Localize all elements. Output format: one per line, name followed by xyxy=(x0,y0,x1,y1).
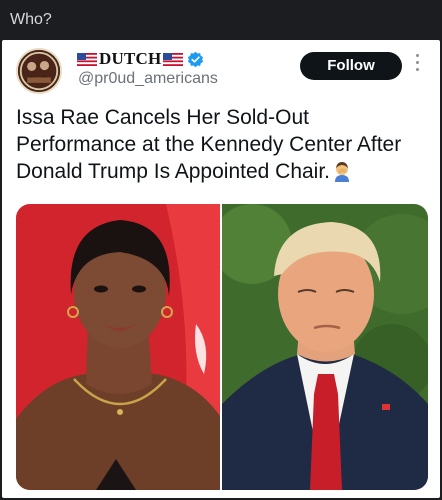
post-media[interactable] xyxy=(16,204,428,490)
post-text: Issa Rae Cancels Her Sold-Out Performanc… xyxy=(16,104,426,185)
author-display-name[interactable]: DUTCH xyxy=(99,49,161,69)
avatar-image xyxy=(18,50,60,92)
author-handle[interactable]: @pr0ud_americans xyxy=(78,70,218,88)
more-options-icon[interactable] xyxy=(415,54,421,76)
avatar[interactable] xyxy=(16,48,62,94)
window-title: Who? xyxy=(10,11,52,28)
person-facepalming-icon xyxy=(332,160,352,182)
post-card[interactable]: DUTCH @pr0ud_americans Follow Issa Rae C… xyxy=(2,40,440,498)
us-flag-icon xyxy=(163,52,184,66)
us-flag-icon xyxy=(77,52,97,66)
author-name-row[interactable]: DUTCH xyxy=(77,49,204,69)
photo-donald-trump[interactable] xyxy=(222,204,428,490)
photo-issa-rae[interactable] xyxy=(16,204,220,490)
follow-button[interactable]: Follow xyxy=(300,52,402,80)
verified-badge-icon xyxy=(187,51,204,68)
window-topbar: Who? xyxy=(0,0,442,40)
